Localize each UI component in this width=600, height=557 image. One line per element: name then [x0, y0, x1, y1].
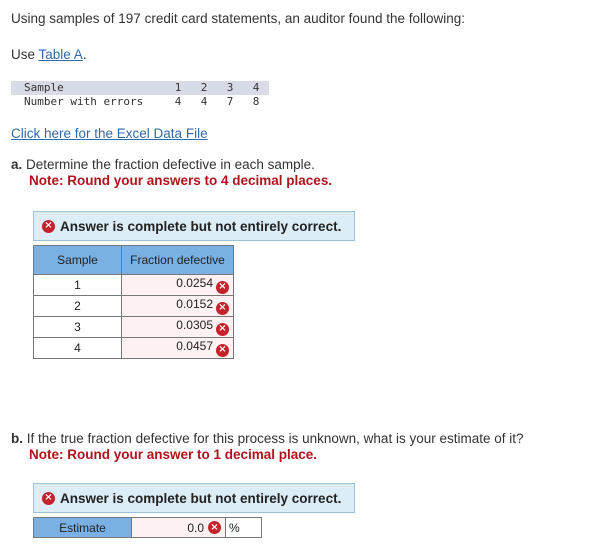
table-row: 1 0.0254 ×: [33, 274, 234, 296]
error-count: 7: [226, 95, 234, 108]
part-a-result-banner: × Answer is complete but not entirely co…: [33, 211, 355, 241]
table-row: 2 0.0152 ×: [33, 295, 234, 317]
answer-header-row: Sample Fraction defective: [33, 245, 234, 275]
error-icon: ×: [216, 322, 229, 336]
error-icon: ×: [208, 521, 221, 534]
errors-row: Number with errors 4 4 7 8: [11, 95, 269, 109]
fraction-value[interactable]: 0.0254: [176, 276, 213, 290]
sample-number: 3: [226, 81, 234, 94]
error-icon: ×: [216, 280, 229, 294]
part-a-letter: a.: [11, 157, 23, 172]
error-icon: ×: [42, 219, 55, 233]
errors-row-label: Number with errors: [24, 95, 144, 108]
estimate-row: Estimate 0.0 × %: [33, 517, 262, 538]
estimate-label: Estimate: [33, 517, 132, 538]
use-table-prefix: Use: [11, 47, 39, 62]
col-fraction-header: Fraction defective: [121, 245, 234, 275]
table-row: 4 0.0457 ×: [33, 337, 234, 359]
fraction-defective-table: Sample Fraction defective 1 0.0254 × 2 0.…: [33, 245, 234, 359]
error-count: 8: [252, 95, 260, 108]
use-table-line: Use Table A.: [11, 47, 87, 62]
table-row: 3 0.0305 ×: [33, 316, 234, 338]
sample-cell: 2: [33, 295, 122, 317]
sample-cell: 4: [33, 337, 122, 359]
error-count: 4: [200, 95, 208, 108]
sample-number: 2: [200, 81, 208, 94]
estimate-value[interactable]: 0.0: [187, 521, 204, 535]
part-b-text: If the true fraction defective for this …: [26, 431, 524, 446]
error-icon: ×: [42, 491, 55, 505]
error-count: 4: [174, 95, 182, 108]
estimate-input[interactable]: 0.0 ×: [132, 517, 226, 538]
col-sample-header: Sample: [33, 245, 122, 275]
part-a-note: Note: Round your answers to 4 decimal pl…: [29, 173, 333, 188]
sample-header-row: Sample 1 2 3 4: [11, 81, 269, 95]
fraction-input-cell[interactable]: 0.0152 ×: [121, 295, 234, 317]
fraction-value[interactable]: 0.0305: [176, 318, 213, 332]
table-a-link[interactable]: Table A: [39, 47, 83, 62]
use-table-suffix: .: [82, 47, 87, 62]
sample-cell: 1: [33, 274, 122, 296]
part-b-letter: b.: [11, 431, 23, 446]
part-b-question: b. If the true fraction defective for th…: [11, 431, 524, 462]
sample-number: 4: [252, 81, 260, 94]
estimate-unit: %: [226, 517, 262, 538]
part-a-banner-text: Answer is complete but not entirely corr…: [60, 218, 342, 234]
fraction-input-cell[interactable]: 0.0305 ×: [121, 316, 234, 338]
sample-header-label: Sample: [24, 81, 64, 94]
excel-data-file-link[interactable]: Click here for the Excel Data File: [11, 126, 208, 141]
fraction-input-cell[interactable]: 0.0457 ×: [121, 337, 234, 359]
part-a-text: Determine the fraction defective in each…: [26, 157, 315, 172]
problem-intro: Using samples of 197 credit card stateme…: [11, 11, 466, 26]
part-b-banner-text: Answer is complete but not entirely corr…: [60, 490, 342, 506]
part-b-note: Note: Round your answer to 1 decimal pla…: [29, 447, 318, 462]
fraction-value[interactable]: 0.0152: [176, 297, 213, 311]
error-icon: ×: [216, 343, 229, 357]
sample-data-table: Sample 1 2 3 4 Number with errors 4 4 7 …: [11, 81, 269, 109]
sample-cell: 3: [33, 316, 122, 338]
error-icon: ×: [216, 301, 229, 315]
part-b-result-banner: × Answer is complete but not entirely co…: [33, 483, 355, 513]
fraction-input-cell[interactable]: 0.0254 ×: [121, 274, 234, 296]
fraction-value[interactable]: 0.0457: [176, 339, 213, 353]
sample-number: 1: [174, 81, 182, 94]
part-a-question: a. Determine the fraction defective in e…: [11, 157, 332, 188]
